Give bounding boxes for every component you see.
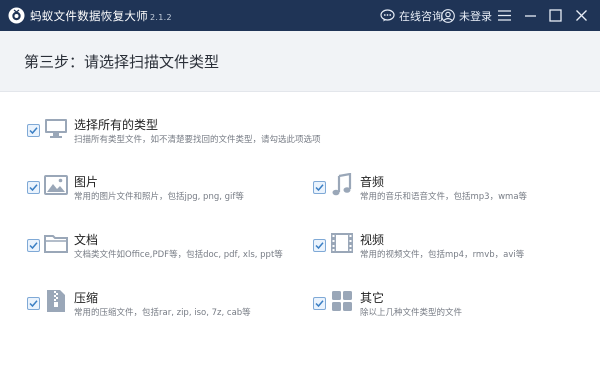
checkmark-icon [29,127,38,135]
images-desc: 常用的图片文件和照片，包括jpg, png, gif等 [74,192,244,202]
app-version: 2.1.2 [150,13,172,22]
file-type-archives[interactable]: 压缩 常用的压缩文件，包括rar, zip, iso, 7z, cab等 [27,289,297,323]
zip-icon [47,290,65,312]
music-icon [332,173,352,196]
audio-checkbox[interactable] [313,181,326,194]
chat-bubble-icon [380,9,395,22]
all-types-checkbox[interactable] [27,124,40,137]
online-consult-label: 在线咨询 [399,9,443,23]
video-label: 视频 [360,233,385,247]
title-bar: 蚂蚁文件数据恢复大师 2.1.2 在线咨询 未登录 [0,0,600,31]
file-type-all[interactable]: 选择所有的类型 扫描所有类型文件，如不清楚要找回的文件类型，请勾选此项选项 [27,116,527,150]
film-icon [331,233,353,253]
checkmark-icon [29,184,38,192]
checkmark-icon [315,242,324,250]
documents-checkbox[interactable] [27,239,40,252]
monitor-icon [45,119,67,138]
all-types-desc: 扫描所有类型文件，如不清楚要找回的文件类型，请勾选此项选项 [74,135,321,145]
user-icon [441,8,455,23]
documents-desc: 文档类文件如Office,PDF等，包括doc, pdf, xls, ppt等 [74,250,283,260]
close-icon[interactable] [573,7,590,24]
other-checkbox[interactable] [313,297,326,310]
documents-label: 文档 [74,233,99,247]
login-button[interactable]: 未登录 [441,7,492,24]
checkmark-icon [29,300,38,308]
images-checkbox[interactable] [27,181,40,194]
video-checkbox[interactable] [313,239,326,252]
app-name: 蚂蚁文件数据恢复大师 [30,9,148,23]
menu-icon[interactable] [496,7,513,24]
login-label: 未登录 [459,9,492,23]
step-header: 第三步：请选择扫描文件类型 [0,31,600,92]
archives-checkbox[interactable] [27,297,40,310]
online-consult-button[interactable]: 在线咨询 [380,7,443,24]
file-type-audio[interactable]: 音频 常用的音乐和语音文件，包括mp3，wma等 [313,173,583,207]
checkmark-icon [315,184,324,192]
app-title: 蚂蚁文件数据恢复大师 2.1.2 [30,8,172,24]
file-type-documents[interactable]: 文档 文档类文件如Office,PDF等，包括doc, pdf, xls, pp… [27,231,297,265]
video-desc: 常用的视频文件，包括mp4，rmvb，avi等 [360,250,525,260]
grid-icon [332,291,352,311]
file-type-panel: 选择所有的类型 扫描所有类型文件，如不清楚要找回的文件类型，请勾选此项选项 图片… [0,92,600,373]
ant-logo-icon [8,7,25,24]
all-types-label: 选择所有的类型 [74,118,159,132]
images-label: 图片 [74,175,99,189]
maximize-icon[interactable] [547,7,564,24]
audio-label: 音频 [360,175,385,189]
step-title: 第三步：请选择扫描文件类型 [24,53,220,71]
archives-label: 压缩 [74,291,99,305]
checkmark-icon [315,300,324,308]
file-type-images[interactable]: 图片 常用的图片文件和照片，包括jpg, png, gif等 [27,173,287,207]
minimize-icon[interactable] [522,7,539,24]
other-desc: 除以上几种文件类型的文件 [360,308,463,318]
other-label: 其它 [360,291,385,305]
file-type-other[interactable]: 其它 除以上几种文件类型的文件 [313,289,583,323]
folder-icon [44,235,68,253]
image-icon [44,175,68,195]
file-type-video[interactable]: 视频 常用的视频文件，包括mp4，rmvb，avi等 [313,231,583,265]
checkmark-icon [29,242,38,250]
archives-desc: 常用的压缩文件，包括rar, zip, iso, 7z, cab等 [74,308,251,318]
audio-desc: 常用的音乐和语音文件，包括mp3，wma等 [360,192,528,202]
